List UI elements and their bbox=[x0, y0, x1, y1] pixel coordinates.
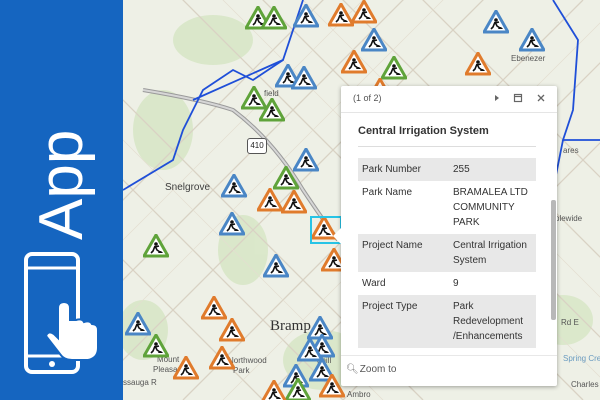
attr-value: Park Redevelopment /Enhancements bbox=[453, 301, 524, 342]
construction-marker-icon[interactable] bbox=[381, 56, 407, 80]
close-icon[interactable] bbox=[535, 93, 547, 105]
map-label-park: Park bbox=[233, 366, 250, 375]
highway-shield: 410 bbox=[247, 138, 267, 154]
construction-marker-icon[interactable] bbox=[261, 380, 287, 400]
map-label-brampton: Bramp bbox=[270, 318, 311, 334]
table-row: Ward 9 bbox=[358, 272, 536, 295]
map-label-ebenezer: Ebenezer bbox=[511, 54, 546, 63]
popup-feature-count: (1 of 2) bbox=[353, 93, 382, 103]
map-label-rd-e: Rd E bbox=[561, 318, 579, 327]
construction-marker-icon[interactable] bbox=[361, 28, 387, 52]
attr-key: Park Number bbox=[362, 164, 421, 175]
construction-marker-icon[interactable] bbox=[125, 312, 151, 336]
map-label-charles: Charles bbox=[571, 380, 599, 389]
construction-marker-icon[interactable] bbox=[291, 66, 317, 90]
construction-marker-icon[interactable] bbox=[209, 346, 235, 370]
map-label-ares: ares bbox=[563, 146, 579, 155]
popup-scrollbar[interactable] bbox=[551, 200, 556, 320]
app-label-graphic: App bbox=[27, 130, 96, 240]
table-row: Park Number 255 bbox=[358, 158, 536, 181]
construction-marker-icon[interactable] bbox=[351, 0, 377, 24]
construction-marker-icon[interactable] bbox=[297, 338, 323, 362]
phone-tap-icon bbox=[24, 252, 99, 374]
map-label-ambro: Ambro bbox=[347, 390, 371, 399]
construction-marker-icon[interactable] bbox=[519, 28, 545, 52]
table-row: Project Type Park Redevelopment /Enhancem… bbox=[358, 295, 536, 348]
zoom-magnifier-icon: 🔍︎ bbox=[346, 364, 359, 375]
map-label-spring-creek: Spring Cree bbox=[563, 354, 600, 363]
construction-marker-icon[interactable] bbox=[143, 234, 169, 258]
attr-key: Project Type bbox=[362, 301, 418, 312]
feature-popup: (1 of 2) Central Irrigation System Park … bbox=[333, 86, 557, 386]
construction-marker-icon[interactable] bbox=[219, 212, 245, 236]
attr-value: 255 bbox=[453, 164, 470, 175]
app-banner: App bbox=[0, 0, 123, 400]
app-label: App bbox=[27, 130, 96, 240]
table-row: Project Name Central Irrigation System bbox=[358, 234, 536, 272]
maximize-icon[interactable] bbox=[512, 93, 524, 105]
attr-key: Project Name bbox=[362, 240, 423, 251]
construction-marker-icon[interactable] bbox=[281, 190, 307, 214]
table-row: Park Name BRAMALEA LTD COMMUNITY PARK bbox=[358, 181, 536, 234]
play-next-icon[interactable] bbox=[491, 93, 503, 105]
construction-marker-icon[interactable] bbox=[285, 378, 311, 400]
attr-value: BRAMALEA LTD COMMUNITY PARK bbox=[453, 187, 528, 228]
construction-marker-icon[interactable] bbox=[257, 188, 283, 212]
attr-value: Central Irrigation System bbox=[453, 240, 527, 266]
popup-pointer bbox=[333, 228, 341, 244]
construction-marker-icon[interactable] bbox=[341, 50, 367, 74]
map-label-sauga: ssauga R bbox=[123, 378, 157, 387]
construction-marker-icon[interactable] bbox=[259, 98, 285, 122]
popup-header: (1 of 2) bbox=[341, 86, 557, 113]
popup-divider bbox=[358, 146, 536, 147]
map-label-plewide: plewide bbox=[555, 214, 583, 223]
construction-marker-icon[interactable] bbox=[219, 318, 245, 342]
construction-marker-icon[interactable] bbox=[465, 52, 491, 76]
construction-marker-icon[interactable] bbox=[273, 166, 299, 190]
construction-marker-icon[interactable] bbox=[293, 4, 319, 28]
construction-marker-icon[interactable] bbox=[483, 10, 509, 34]
attr-value: 9 bbox=[453, 278, 459, 289]
popup-attribute-table: Park Number 255 Park Name BRAMALEA LTD COM… bbox=[358, 158, 536, 354]
zoom-to-link[interactable]: 🔍︎ Zoom to bbox=[346, 364, 396, 375]
construction-marker-icon[interactable] bbox=[263, 254, 289, 278]
attr-key: Park Name bbox=[362, 187, 413, 198]
zoom-to-label: Zoom to bbox=[359, 364, 397, 375]
construction-marker-icon[interactable] bbox=[221, 174, 247, 198]
map-label-snelgrove: Snelgrove bbox=[165, 182, 211, 193]
construction-marker-icon[interactable] bbox=[261, 6, 287, 30]
construction-marker-icon[interactable] bbox=[173, 356, 199, 380]
construction-marker-icon[interactable] bbox=[201, 296, 227, 320]
attr-key: Ward bbox=[362, 278, 386, 289]
construction-marker-icon[interactable] bbox=[143, 334, 169, 358]
popup-footer: 🔍︎ Zoom to bbox=[341, 355, 557, 386]
popup-title: Central Irrigation System bbox=[358, 125, 489, 137]
